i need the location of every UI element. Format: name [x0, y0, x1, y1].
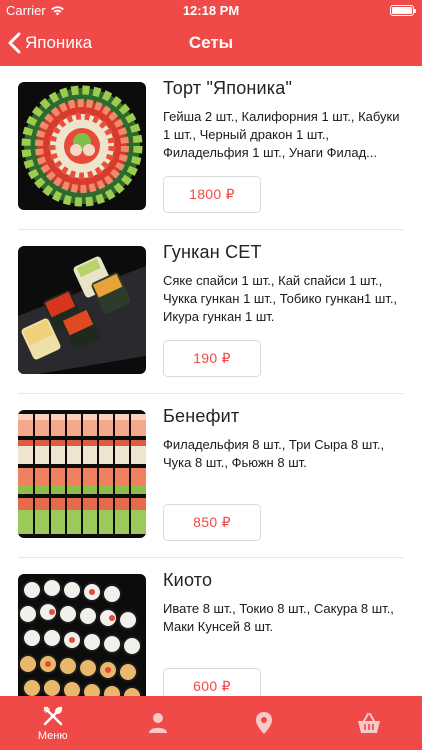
list-item[interactable]: Бенефит Филадельфия 8 шт., Три Сыра 8 шт…	[0, 394, 422, 558]
back-label: Японика	[25, 33, 93, 52]
product-image	[18, 574, 146, 696]
tab-cart[interactable]	[317, 696, 422, 750]
basket-icon	[358, 713, 381, 733]
product-name: Торт "Японика"	[163, 78, 293, 98]
product-name: Бенефит	[163, 406, 240, 426]
clock: 12:18 PM	[182, 3, 240, 18]
navigation-bar: Японика Сеты	[0, 20, 422, 66]
tab-profile[interactable]	[106, 696, 212, 750]
battery-icon	[390, 5, 416, 16]
tab-menu[interactable]: Меню	[0, 696, 106, 750]
product-list[interactable]: Торт "Японика" Гейша 2 шт., Калифорния 1…	[0, 66, 422, 696]
product-description: Гейша 2 шт., Калифорния 1 шт., Кабуки 1 …	[163, 109, 400, 160]
product-description: Ивате 8 шт., Токио 8 шт., Сакура 8 шт., …	[163, 601, 394, 634]
back-button[interactable]: Японика	[8, 20, 92, 66]
product-name: Киото	[163, 570, 213, 590]
product-image	[18, 246, 146, 374]
user-icon	[149, 713, 168, 733]
price-button[interactable]: 600 ₽	[163, 668, 261, 696]
tab-menu-label: Меню	[37, 729, 68, 742]
product-image	[18, 82, 146, 210]
list-item[interactable]: Гункан СЕТ Сяке спайси 1 шт., Кай спайси…	[0, 230, 422, 394]
product-image	[18, 410, 146, 538]
product-description: Сяке спайси 1 шт., Кай спайси 1 шт., Чук…	[163, 273, 398, 324]
price-button[interactable]: 190 ₽	[163, 340, 261, 377]
price-button[interactable]: 850 ₽	[163, 504, 261, 541]
list-item[interactable]: Торт "Японика" Гейша 2 шт., Калифорния 1…	[0, 66, 422, 230]
chevron-left-icon	[8, 32, 21, 54]
location-pin-icon	[255, 712, 272, 734]
product-name: Гункан СЕТ	[163, 242, 262, 262]
tab-location[interactable]	[211, 696, 317, 750]
fork-knife-icon	[43, 705, 62, 725]
tab-bar: Меню	[0, 696, 422, 750]
price-button[interactable]: 1800 ₽	[163, 176, 261, 213]
product-description: Филадельфия 8 шт., Три Сыра 8 шт., Чука …	[163, 437, 385, 470]
list-item[interactable]: Киото Ивате 8 шт., Токио 8 шт., Сакура 8…	[0, 558, 422, 696]
status-bar: Carrier 12:18 PM	[0, 0, 422, 20]
